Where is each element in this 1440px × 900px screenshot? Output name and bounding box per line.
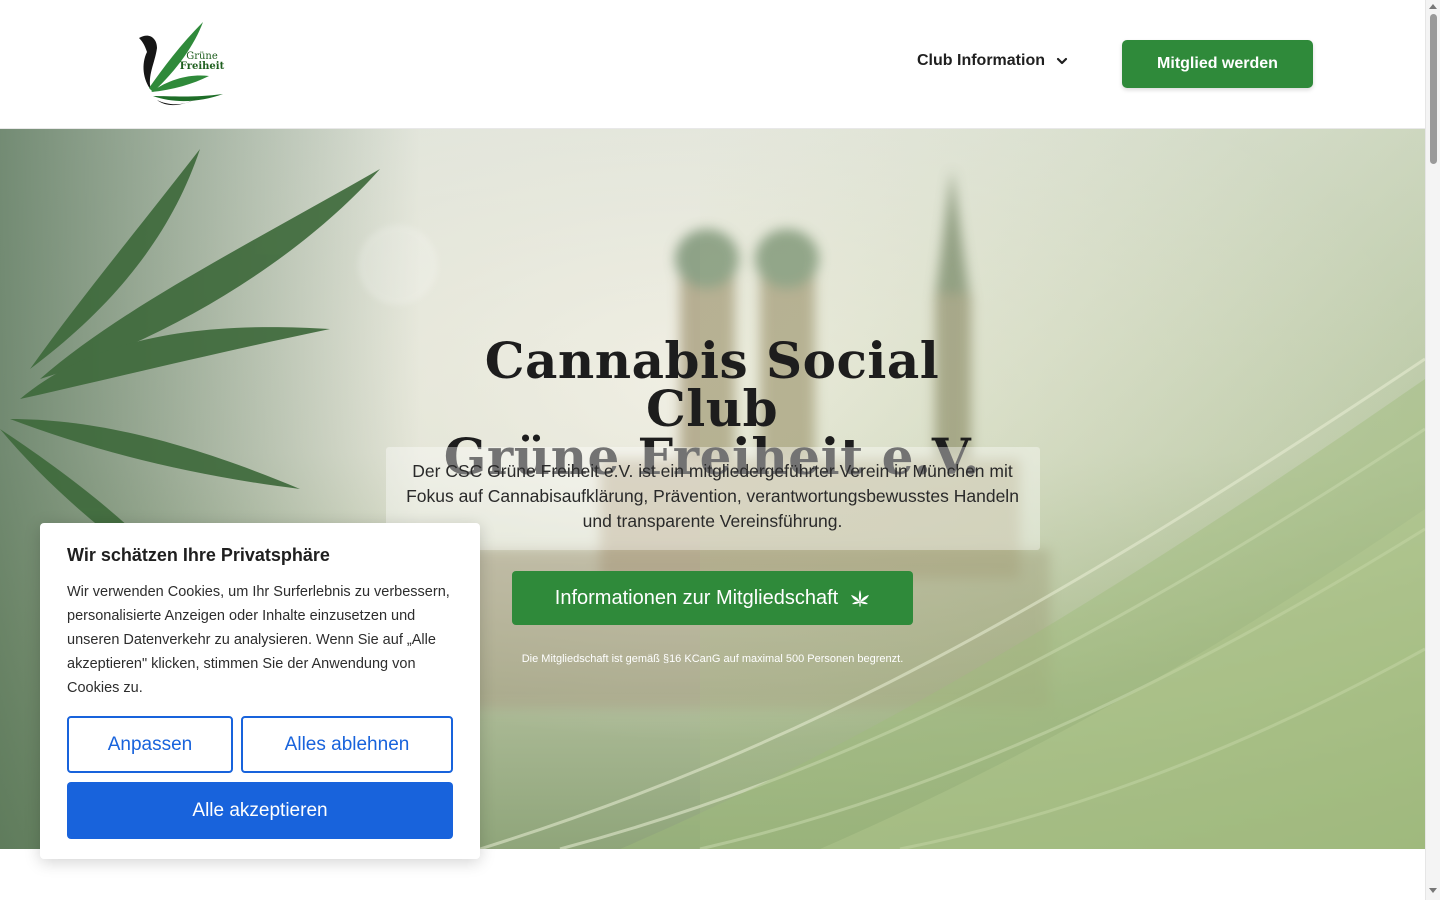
hero-description: Der CSC Grüne Freiheit e.V. ist ein mitg… (406, 461, 1019, 531)
membership-info-label: Informationen zur Mitgliedschaft (554, 586, 839, 609)
scroll-up-arrow-icon[interactable] (1429, 4, 1437, 9)
hero-title-line1: Cannabis Social Club (484, 331, 940, 438)
scroll-down-arrow-icon[interactable] (1429, 888, 1437, 893)
site-header: Grüne Freiheit Club Information Mitglied… (0, 0, 1425, 129)
chevron-down-icon (1056, 57, 1068, 65)
membership-limit-note: Die Mitgliedschaft ist gemäß §16 KCanG a… (521, 653, 904, 665)
page-scrollbar[interactable] (1425, 0, 1440, 900)
cookie-text: Wir verwenden Cookies, um Ihr Surferlebn… (67, 584, 450, 696)
scrollbar-thumb[interactable] (1430, 14, 1437, 164)
cookie-consent-banner: Wir schätzen Ihre Privatsphäre Wir verwe… (40, 523, 480, 859)
membership-info-button[interactable]: Informationen zur Mitgliedschaft (512, 571, 913, 625)
nav-club-information[interactable]: Club Information (917, 52, 1069, 70)
club-logo[interactable]: Grüne Freiheit (135, 18, 227, 106)
nav-club-label: Club Information (917, 52, 1045, 69)
cookie-customize-button[interactable]: Anpassen (67, 716, 233, 773)
become-member-button[interactable]: Mitglied werden (1122, 40, 1313, 88)
cookie-reject-all-button[interactable]: Alles ablehnen (241, 716, 453, 773)
cookie-accept-all-button[interactable]: Alle akzeptieren (67, 782, 453, 839)
cannabis-leaf-icon (851, 590, 870, 607)
cookie-title: Wir schätzen Ihre Privatsphäre (67, 545, 330, 565)
logo-text-line2: Freiheit (179, 61, 225, 72)
